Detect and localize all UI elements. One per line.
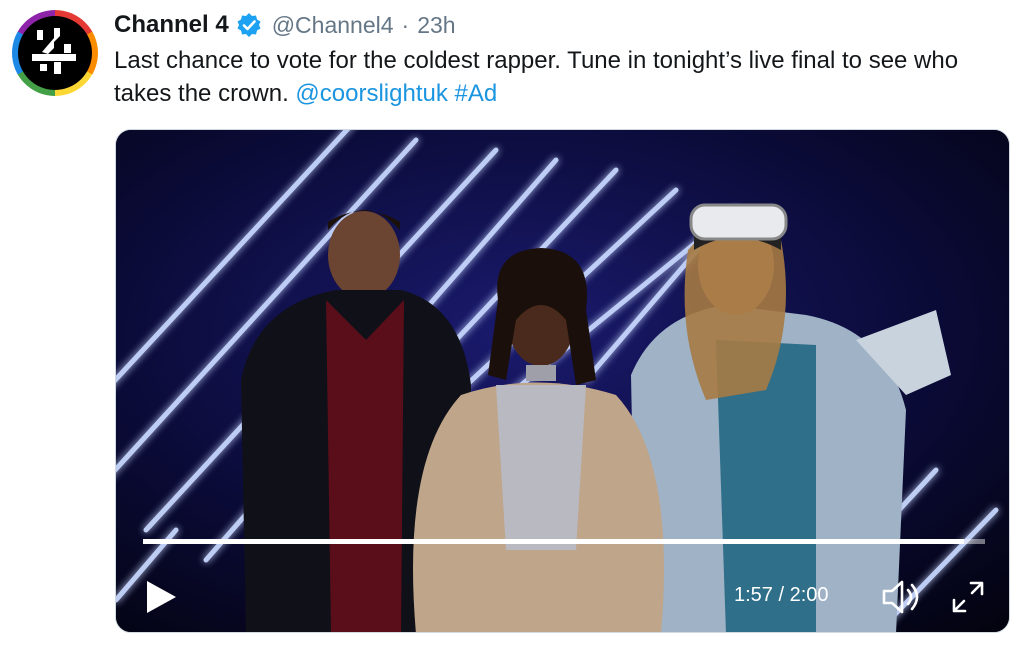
duration: 2:00 — [789, 584, 829, 606]
author-avatar[interactable] — [12, 10, 98, 96]
video-timecode: 1:57 / 2:00 — [734, 584, 829, 607]
volume-button[interactable] — [878, 575, 924, 619]
fullscreen-button[interactable] — [946, 575, 990, 619]
play-icon — [147, 581, 176, 613]
video-player[interactable]: 1:57 / 2:00 — [115, 129, 1010, 633]
progress-bar[interactable] — [143, 539, 985, 544]
channel4-logo-icon — [18, 16, 92, 90]
tweet-text: Last chance to vote for the coldest rapp… — [114, 44, 1019, 110]
tweet: Channel 4 @Channel4 · 23h Last chance to… — [0, 0, 1024, 650]
tweet-body: Last chance to vote for the coldest rapp… — [114, 47, 959, 107]
header-separator: · — [401, 11, 410, 38]
current-time: 1:57 — [734, 584, 773, 606]
video-frame — [116, 130, 1009, 632]
fullscreen-icon — [952, 581, 984, 613]
tweet-timestamp[interactable]: 23h — [417, 12, 455, 39]
play-button[interactable] — [138, 575, 182, 619]
mention-link[interactable]: @coorslightuk — [295, 80, 447, 107]
volume-icon — [882, 580, 919, 614]
author-name[interactable]: Channel 4 — [114, 11, 229, 39]
hashtag-link[interactable]: #Ad — [455, 80, 498, 107]
time-separator: / — [772, 584, 790, 606]
progress-bar-fill — [143, 539, 964, 544]
author-handle[interactable]: @Channel4 — [272, 12, 394, 39]
tweet-header: Channel 4 @Channel4 · 23h — [114, 8, 456, 42]
verified-badge-icon — [236, 12, 262, 38]
